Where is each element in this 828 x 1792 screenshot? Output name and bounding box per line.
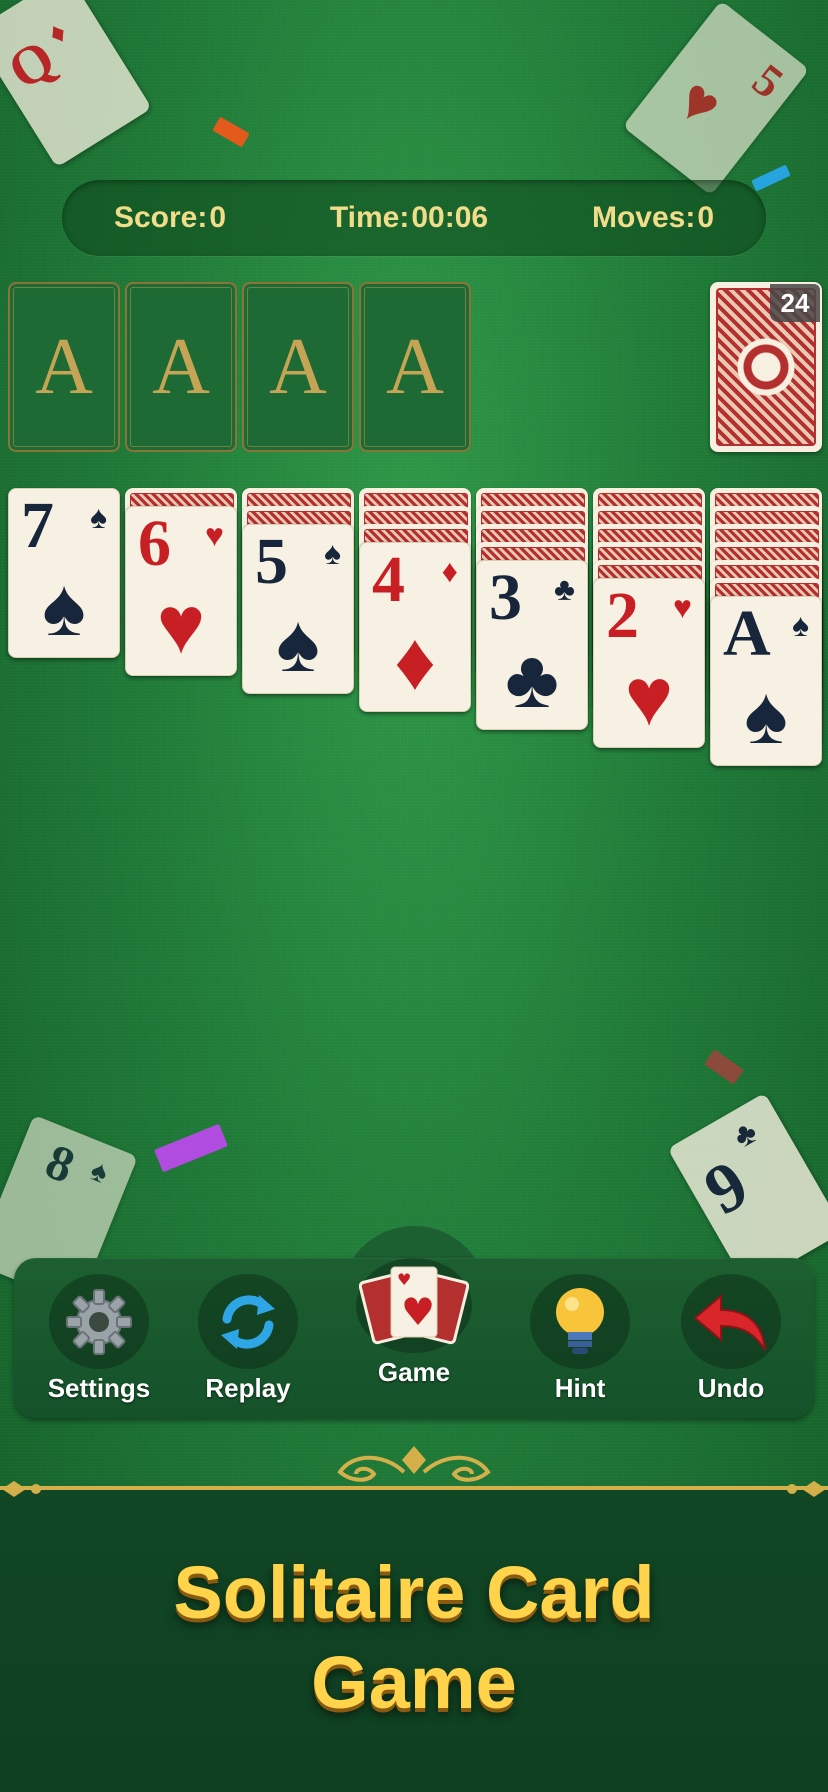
card-rank: 5: [255, 525, 288, 598]
time-label: Time:: [329, 201, 410, 234]
card-suit-large: ♠: [42, 562, 86, 653]
banner-title-line1: Solitaire Card: [173, 1551, 655, 1634]
card-suit-small: ♥: [673, 589, 692, 625]
settings-icon-circle: [49, 1274, 149, 1369]
confetti-orange: [212, 116, 250, 148]
svg-text:♥: ♥: [397, 1270, 411, 1289]
card-rank: 6: [138, 507, 171, 580]
decor-card-suit: ♣: [726, 1113, 764, 1155]
card-suit-large: ♥: [156, 580, 206, 671]
moves-label: Moves:: [591, 201, 696, 234]
tableau-card[interactable]: 7 ♠ ♠: [8, 488, 120, 658]
divider-end-right-icon: [787, 1481, 826, 1497]
card-suit-small: ♠: [324, 535, 341, 571]
decor-card-queen: Q ♦: [0, 0, 152, 168]
card-rank: A: [723, 597, 771, 670]
undo-label: Undo: [697, 1373, 765, 1403]
settings-button[interactable]: Settings: [34, 1274, 164, 1404]
confetti-brown: [704, 1049, 744, 1085]
decor-card-suit: ♦: [42, 15, 73, 52]
card-suit-small: ♣: [554, 571, 575, 607]
tableau-card[interactable]: 4 ♦ ♦: [359, 542, 471, 712]
card-suit-small: ♠: [792, 607, 809, 643]
lightbulb-icon: [556, 1287, 604, 1354]
game-icon-circle: ♥ ♥: [356, 1258, 472, 1353]
tableau-card[interactable]: A ♠ ♠: [710, 596, 822, 766]
replay-icon-circle: [198, 1274, 298, 1369]
score-display: Score: 0: [114, 201, 226, 235]
card-suit-large: ♣: [505, 634, 559, 725]
hint-icon-circle: [530, 1274, 630, 1369]
game-label: Game: [377, 1357, 451, 1387]
undo-arrow-icon: [693, 1293, 766, 1351]
divider-end-left-icon: [2, 1481, 41, 1497]
banner-title-line2: Game: [311, 1641, 517, 1724]
card-rank: 4: [372, 543, 405, 616]
foundation-label: A: [386, 322, 444, 411]
card-suit-small: ♦: [441, 553, 458, 589]
hint-label: Hint: [554, 1373, 606, 1403]
decor-card-rank: 9: [692, 1145, 761, 1231]
foundation-pile-3[interactable]: A: [242, 282, 354, 452]
confetti-blue: [751, 164, 791, 192]
game-button[interactable]: ♥ ♥ Game: [349, 1258, 479, 1388]
replay-button[interactable]: Replay: [183, 1274, 313, 1404]
score-value: 0: [209, 201, 226, 234]
decor-card-suit: ♠: [85, 1153, 113, 1191]
score-bar: Score: 0 Time: 00:06 Moves: 0: [62, 180, 766, 256]
tableau-card[interactable]: 5 ♠ ♠: [242, 524, 354, 694]
undo-button[interactable]: Undo: [666, 1274, 796, 1404]
decor-card-rank: 8: [38, 1132, 83, 1194]
foundation-pile-4[interactable]: A: [359, 282, 471, 452]
time-display: Time: 00:06: [330, 201, 488, 235]
card-suit-large: ♦: [394, 616, 436, 707]
card-rank: 2: [606, 579, 639, 652]
time-value: 00:06: [411, 201, 489, 234]
stock-count-badge: 24: [770, 284, 820, 322]
card-suit-small: ♥: [205, 517, 224, 553]
svg-text:♥: ♥: [401, 1290, 435, 1334]
foundation-label: A: [35, 322, 93, 411]
foundation-pile-1[interactable]: A: [8, 282, 120, 452]
hint-button[interactable]: Hint: [515, 1274, 645, 1404]
tableau-card[interactable]: 3 ♣ ♣: [476, 560, 588, 730]
card-rank: 3: [489, 561, 522, 634]
settings-label: Settings: [47, 1373, 151, 1403]
gear-icon: [66, 1288, 132, 1355]
stock-pile[interactable]: 24: [710, 282, 822, 452]
card-suit-small: ♠: [90, 499, 107, 535]
foundation-pile-2[interactable]: A: [125, 282, 237, 452]
foundation-label: A: [269, 322, 327, 411]
foundation-label: A: [152, 322, 210, 411]
card-suit-large: ♥: [624, 652, 674, 743]
card-suit-large: ♠: [276, 598, 320, 689]
decor-card-suit: ♥: [664, 65, 734, 140]
confetti-purple: [154, 1123, 228, 1173]
undo-icon-circle: [681, 1274, 781, 1369]
ornament-icon: [337, 1446, 491, 1482]
moves-display: Moves: 0: [592, 201, 714, 235]
replay-label: Replay: [205, 1373, 291, 1403]
game-screen: { "status_bar": { "score_label": "Score:…: [0, 0, 828, 1792]
moves-value: 0: [697, 201, 715, 234]
decor-card-rank: 5: [743, 53, 793, 109]
card-rank: 7: [21, 489, 54, 562]
tableau-card[interactable]: 6 ♥ ♥: [125, 506, 237, 676]
card-suit-large: ♠: [744, 670, 788, 761]
cards-icon: ♥ ♥: [359, 1266, 469, 1344]
tableau-card[interactable]: 2 ♥ ♥: [593, 578, 705, 748]
score-label: Score:: [113, 201, 208, 234]
promo-banner: [0, 1486, 828, 1792]
replay-icon: [221, 1294, 275, 1349]
